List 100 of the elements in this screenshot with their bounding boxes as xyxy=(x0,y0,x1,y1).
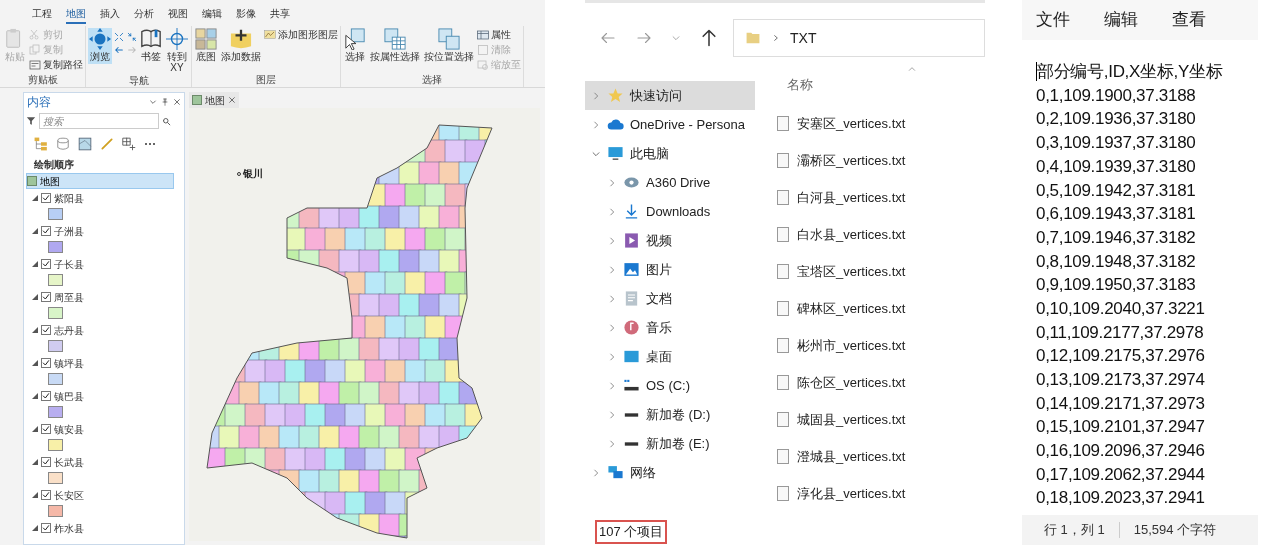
ribbon-tool-button[interactable]: 属性 xyxy=(477,28,521,42)
layer-checkbox[interactable] xyxy=(41,226,51,236)
file-name[interactable]: 淳化县_vertices.txt xyxy=(797,483,906,504)
layer-checkbox[interactable] xyxy=(41,457,51,467)
dropdown-chevron-icon[interactable] xyxy=(149,98,157,106)
nav-tree-item[interactable]: 新加卷 (D:) xyxy=(585,400,755,429)
file-name[interactable]: 彬州市_vertices.txt xyxy=(797,335,906,356)
layer-name[interactable]: 镇巴县 xyxy=(54,388,84,404)
menu-item[interactable]: 编辑 xyxy=(1104,7,1138,33)
layer-name[interactable]: 长安区 xyxy=(54,487,84,503)
expand-triangle-icon[interactable] xyxy=(32,360,38,366)
nav-tree-item[interactable]: 音乐 xyxy=(585,313,755,342)
layer-checkbox[interactable] xyxy=(41,523,51,533)
layer-checkbox[interactable] xyxy=(41,193,51,203)
ribbon-tab[interactable]: 编辑 xyxy=(202,6,222,24)
up-arrow-icon[interactable] xyxy=(699,28,719,48)
nav-tree-item[interactable]: 网络 xyxy=(585,458,755,487)
layer-checkbox[interactable] xyxy=(41,259,51,269)
expand-triangle-icon[interactable] xyxy=(32,327,38,333)
ribbon-tool-button[interactable]: 书签 xyxy=(139,28,163,64)
zoom-out-arrows-icon[interactable] xyxy=(127,32,137,42)
nav-tree-item[interactable]: 文档 xyxy=(585,284,755,313)
map-tab[interactable]: 地图 xyxy=(189,92,239,108)
ribbon-tool-button[interactable]: 按属性选择 xyxy=(369,28,421,64)
nav-tree-item[interactable]: 视频 xyxy=(585,226,755,255)
expand-triangle-icon[interactable] xyxy=(32,492,38,498)
ribbon-tab[interactable]: 地图 xyxy=(66,6,86,24)
ribbon-tab[interactable]: 工程 xyxy=(32,6,52,24)
layer-name[interactable]: 长武县 xyxy=(54,454,84,470)
layer-name[interactable]: 周至县 xyxy=(54,289,84,305)
ribbon-tool-button[interactable]: 复制路径 xyxy=(29,58,83,72)
address-bar[interactable]: TXT xyxy=(733,19,985,57)
layer-name[interactable]: 志丹县 xyxy=(54,322,84,338)
ribbon-tool-button[interactable]: 转到 XY xyxy=(165,28,189,75)
expand-triangle-icon[interactable] xyxy=(32,228,38,234)
ribbon-tab[interactable]: 共享 xyxy=(270,6,290,24)
filter-icon[interactable] xyxy=(26,116,36,126)
expand-triangle-icon[interactable] xyxy=(32,294,38,300)
close-icon[interactable] xyxy=(228,96,236,104)
close-icon[interactable] xyxy=(173,98,181,106)
nav-tree-item[interactable]: OneDrive - Persona xyxy=(585,110,755,139)
layer-checkbox[interactable] xyxy=(41,424,51,434)
nav-tree-item[interactable]: 图片 xyxy=(585,255,755,284)
nav-tree-item[interactable]: A360 Drive xyxy=(585,168,755,197)
file-name[interactable]: 安塞区_vertices.txt xyxy=(797,113,906,134)
grid-plus-icon[interactable] xyxy=(122,137,136,151)
nav-tree-item[interactable]: 桌面 xyxy=(585,342,755,371)
ribbon-tab[interactable]: 分析 xyxy=(134,6,154,24)
search-field[interactable]: 搜索 xyxy=(39,113,159,129)
zoom-in-arrows-icon[interactable] xyxy=(114,32,124,42)
layer-name[interactable]: 子洲县 xyxy=(54,223,84,239)
layer-name[interactable]: 镇安县 xyxy=(54,421,84,437)
file-name[interactable]: 白水县_vertices.txt xyxy=(797,224,906,245)
file-name[interactable]: 灞桥区_vertices.txt xyxy=(797,150,906,171)
file-name[interactable]: 白河县_vertices.txt xyxy=(797,187,906,208)
layer-checkbox[interactable] xyxy=(41,490,51,500)
nav-tree-item[interactable]: 新加卷 (E:) xyxy=(585,429,755,458)
ribbon-tab[interactable]: 影像 xyxy=(236,6,256,24)
map-tree-node[interactable]: 地图 xyxy=(26,173,174,189)
file-name[interactable]: 宝塔区_vertices.txt xyxy=(797,261,906,282)
ribbon-tool-button[interactable]: 添加数据 xyxy=(220,28,262,64)
file-name[interactable]: 碑林区_vertices.txt xyxy=(797,298,906,319)
ribbon-tool-button[interactable]: 添加图形图层 xyxy=(264,28,338,42)
ribbon-tab[interactable]: 视图 xyxy=(168,6,188,24)
file-name[interactable]: 陈仓区_vertices.txt xyxy=(797,372,906,393)
expand-triangle-icon[interactable] xyxy=(32,393,38,399)
layer-name[interactable]: 柞水县 xyxy=(54,520,84,536)
ribbon-tab[interactable]: 插入 xyxy=(100,6,120,24)
ribbon-tool-button[interactable]: 按位置选择 xyxy=(423,28,475,64)
nav-item-label: 图片 xyxy=(646,260,672,279)
expand-triangle-icon[interactable] xyxy=(32,426,38,432)
layer-name[interactable]: 子长县 xyxy=(54,256,84,272)
search-icon[interactable] xyxy=(162,116,171,126)
file-name[interactable]: 城固县_vertices.txt xyxy=(797,409,906,430)
nav-tree-item[interactable]: 快速访问 xyxy=(585,81,755,110)
layer-checkbox[interactable] xyxy=(41,292,51,302)
expand-triangle-icon[interactable] xyxy=(32,525,38,531)
file-name[interactable]: 澄城县_vertices.txt xyxy=(797,446,906,467)
menu-item[interactable]: 查看 xyxy=(1172,7,1206,33)
nav-tree-item[interactable]: 此电脑 xyxy=(585,139,755,168)
menu-item[interactable]: 文件 xyxy=(1036,7,1070,33)
layer-name[interactable]: 镇坪县 xyxy=(54,355,84,371)
column-header[interactable]: 名称 xyxy=(787,75,907,95)
pin-icon[interactable] xyxy=(161,98,169,106)
back-arrow-icon[interactable] xyxy=(114,45,124,55)
layer-checkbox[interactable] xyxy=(41,391,51,401)
expand-triangle-icon[interactable] xyxy=(32,195,38,201)
expand-triangle-icon[interactable] xyxy=(32,261,38,267)
nav-tree-item[interactable]: Downloads xyxy=(585,197,755,226)
layer-checkbox[interactable] xyxy=(41,358,51,368)
ribbon-tool-button[interactable]: 底图 xyxy=(194,28,218,64)
layer-checkbox[interactable] xyxy=(41,325,51,335)
ribbon-tool-button[interactable]: 浏览 xyxy=(88,28,112,64)
expand-triangle-icon[interactable] xyxy=(32,459,38,465)
map-view[interactable]: 银川 xyxy=(189,108,540,541)
layer-name[interactable]: 紫阳县 xyxy=(54,190,84,206)
selection-tab[interactable] xyxy=(78,137,92,151)
ribbon-tool-button[interactable]: 选择 xyxy=(343,28,367,64)
nav-tree-item[interactable]: OS (C:) xyxy=(585,371,755,400)
item-count: 107 个项目 xyxy=(595,520,668,544)
